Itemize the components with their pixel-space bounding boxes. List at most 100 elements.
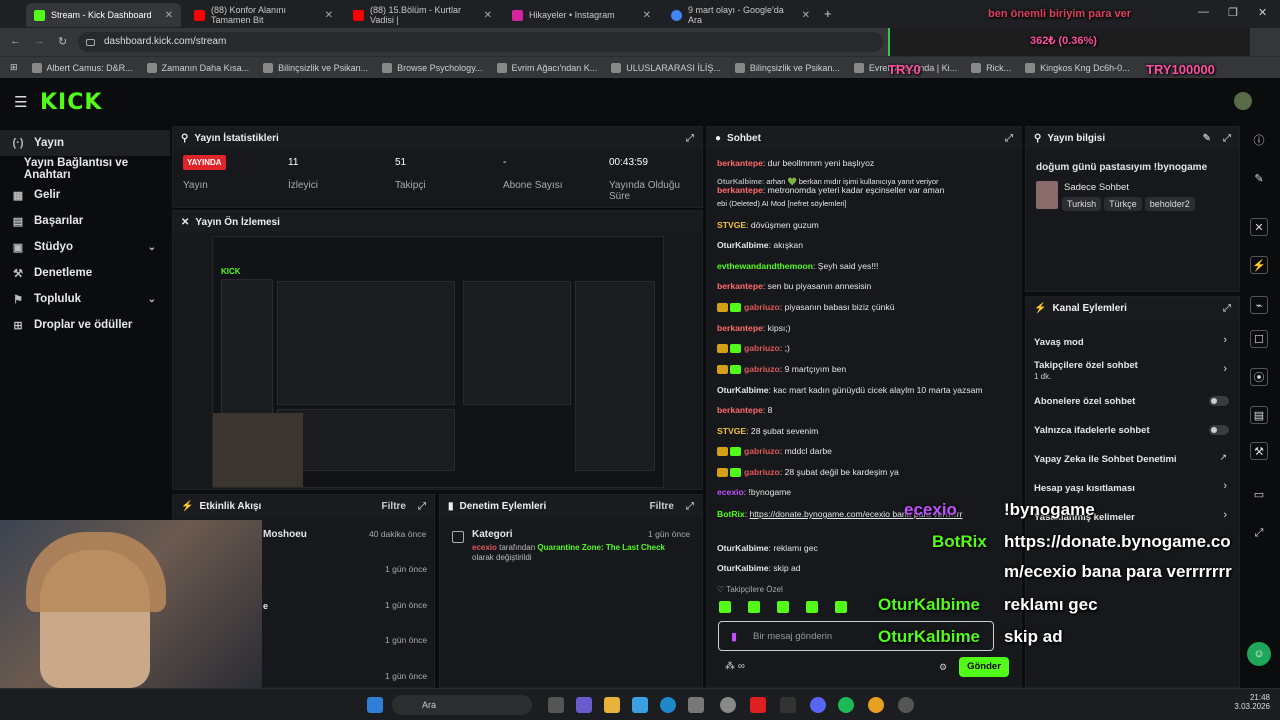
taskbar-search[interactable]: Ara [392, 695, 532, 715]
chat-username[interactable]: OturKalbime [717, 385, 769, 395]
chat-message[interactable]: gabriuzo: piyasanın babası biziz çünkü [717, 302, 1012, 313]
chat-username[interactable]: BotRix [717, 509, 745, 519]
filter-button[interactable]: Filtre [382, 501, 406, 512]
window-close-icon[interactable]: ✕ [1258, 6, 1267, 19]
kick-logo[interactable]: KICK [40, 90, 102, 115]
chat-username[interactable]: berkantepe [717, 158, 763, 168]
lightning-icon[interactable]: ⚡ [1250, 256, 1268, 274]
chat-username[interactable]: berkantepe [717, 281, 763, 291]
chat-username[interactable]: gabriuzo [744, 467, 780, 477]
bookmark-9[interactable]: Kingkos Kng Dc6h-0... [1025, 62, 1130, 73]
chat-message[interactable]: berkantepe: metronomda yeteri kadar eşci… [717, 185, 1012, 195]
chat-message[interactable]: OturKalbime: kac mart kadın günüydü cice… [717, 385, 1012, 395]
popout-icon[interactable]: ⤢ [418, 501, 426, 512]
chart-icon[interactable]: ⌁ [1250, 296, 1268, 314]
file-explorer-icon[interactable] [604, 697, 620, 713]
chat-username[interactable]: OturKalbime [717, 240, 769, 250]
spotify-icon[interactable] [838, 697, 854, 713]
chat-message[interactable]: gabriuzo: 9 martçıyım ben [717, 364, 1012, 375]
sidebar-item-studyo[interactable]: ▣ Stüdyo ⌄ [0, 234, 170, 260]
capcut-icon[interactable] [780, 697, 796, 713]
maximize-icon[interactable]: ❐ [1228, 6, 1238, 19]
broadcast-icon[interactable]: ⦿ [1250, 368, 1268, 386]
chat-icon[interactable]: ☐ [1250, 330, 1268, 348]
filter-button[interactable]: Filtre [650, 501, 674, 512]
app-icon[interactable] [688, 697, 704, 713]
chat-message[interactable]: berkantepe: sen bu piyasanın annesisin [717, 281, 1012, 291]
chat-message[interactable]: gabriuzo: mddcl darbe [717, 446, 1012, 457]
chat-username[interactable]: gabriuzo [744, 343, 780, 353]
obs-icon[interactable] [898, 697, 914, 713]
stream-preview-video[interactable]: KICK [212, 236, 664, 488]
emote-picker-icon[interactable]: ⁂ ∞ [725, 661, 745, 672]
edit-icon[interactable]: ✎ [1250, 170, 1268, 188]
browser-tab-3[interactable]: Hikayeler • Instagram ✕ [504, 3, 659, 27]
external-link-icon[interactable]: ↗ [1219, 452, 1227, 463]
browser-tab-1[interactable]: (88) Konfor Alanını Tamamen Bit ✕ [186, 3, 341, 27]
popout-icon[interactable]: ⤢ [686, 501, 694, 512]
browser-tab-0[interactable]: Stream - Kick Dashboard ✕ [26, 3, 181, 27]
chat-message[interactable]: gabriuzo: 28 şubat değil be kardeşim ya [717, 467, 1012, 478]
store-icon[interactable] [632, 697, 648, 713]
reload-icon[interactable]: ↻ [58, 35, 67, 48]
forward-icon[interactable]: → [34, 35, 45, 47]
edit-icon[interactable]: ✎ [1203, 133, 1211, 144]
chat-message[interactable]: berkantepe: kipsı;) [717, 323, 1012, 333]
browser-tab-2[interactable]: (88) 15.Bölüm - Kurtlar Vadisi | ✕ [345, 3, 500, 27]
bookmark-0[interactable]: Albert Camus: D&R... [31, 62, 133, 73]
chevron-right-icon[interactable]: › [1223, 363, 1227, 375]
chatgpt-icon[interactable] [720, 697, 736, 713]
account-age-label[interactable]: Hesap yaşı kısıtlaması [1034, 483, 1135, 494]
popout-icon[interactable]: ⤢ [1223, 303, 1231, 314]
discord-icon[interactable] [810, 697, 826, 713]
ai-moderation-label[interactable]: Yapay Zeka ile Sohbet Denetimi [1034, 454, 1177, 465]
chat-message[interactable]: gabriuzo: ;) [717, 343, 1012, 354]
url-field[interactable]: dashboard.kick.com/stream [78, 32, 883, 52]
chat-username[interactable]: gabriuzo [744, 446, 780, 456]
site-info-icon[interactable] [86, 39, 95, 46]
chat-username[interactable]: berkantepe [717, 323, 763, 333]
edge-icon[interactable] [660, 697, 676, 713]
menu-icon[interactable]: ☰ [14, 93, 27, 111]
emotes-only-toggle[interactable] [1209, 425, 1229, 435]
close-icon[interactable]: ✕ [165, 10, 173, 21]
info-icon[interactable]: ⓘ [1250, 132, 1268, 150]
chat-message[interactable]: STVGE: 28 şubat sevenim [717, 426, 1012, 436]
chat-message[interactable]: berkantepe: 8 [717, 405, 1012, 415]
apps-icon[interactable]: ⊞ [10, 62, 18, 73]
bookmark-4[interactable]: Evrim Ağacı'ndan K... [496, 62, 597, 73]
close-icon[interactable]: ✕ [1250, 218, 1268, 236]
chat-username[interactable]: gabriuzo [744, 364, 780, 374]
settings-icon[interactable]: ⚙ [939, 662, 947, 673]
sidebar-item-yayin[interactable]: (·) Yayın [0, 130, 170, 156]
chat-username[interactable]: evthewandandthemoon [717, 261, 813, 271]
chat-username[interactable]: berkantepe [717, 405, 763, 415]
bookmark-3[interactable]: Browse Psychology... [382, 62, 483, 73]
chat-username[interactable]: berkantepe [717, 185, 763, 195]
sidebar-item-topluluk[interactable]: ⚑ Topluluk ⌄ [0, 286, 170, 312]
subscribers-only-toggle[interactable] [1209, 396, 1229, 406]
minimize-icon[interactable]: — [1198, 6, 1209, 18]
bookmark-5[interactable]: ULUSLARARASI İLİŞ... [611, 62, 721, 73]
send-button[interactable]: Gönder [959, 657, 1009, 677]
layout-icon[interactable]: ▤ [1250, 406, 1268, 424]
sidebar-item-droplar[interactable]: ⊞ Droplar ve ödüller [0, 312, 170, 338]
slow-mode-label[interactable]: Yavaş mod [1034, 337, 1084, 348]
chat-username[interactable]: OturKalbime [717, 543, 769, 553]
back-icon[interactable]: ← [10, 35, 21, 47]
windows-start-icon[interactable] [367, 697, 383, 713]
popout-icon[interactable]: ⤢ [1223, 133, 1231, 144]
sidebar-item-basarilar[interactable]: ▤ Başarılar [0, 208, 170, 234]
chat-message[interactable]: OturKalbime: akışkan [717, 240, 1012, 250]
chat-message[interactable]: ebi (Deleted) AI Mod [nefret söylemleri] [717, 199, 1012, 208]
chat-username[interactable]: ecexio [717, 487, 744, 497]
popout-icon[interactable]: ⤢ [1005, 133, 1013, 144]
chat-username[interactable]: STVGE [717, 426, 746, 436]
sidebar-item-denetleme[interactable]: ⚒ Denetleme [0, 260, 170, 286]
chevron-right-icon[interactable]: › [1223, 480, 1227, 492]
bookmark-8[interactable]: Rick... [971, 62, 1011, 73]
chat-username[interactable]: STVGE [717, 220, 746, 230]
sidebar-item-gelir[interactable]: ▦ Gelir [0, 182, 170, 208]
bookmark-2[interactable]: Bilinçsizlik ve Psikan... [263, 62, 368, 73]
browser-tab-4[interactable]: 9 mart olayı - Google'da Ara ✕ [663, 3, 818, 27]
